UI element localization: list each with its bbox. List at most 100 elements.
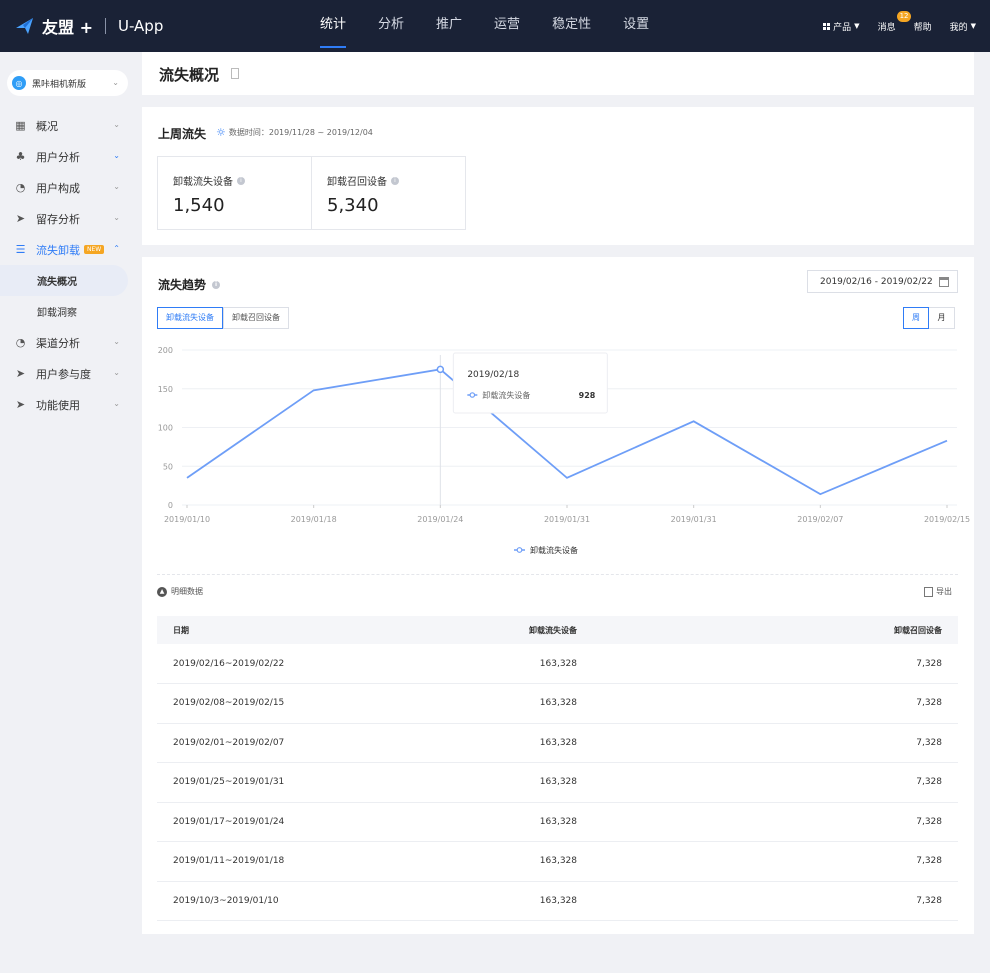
list-icon: ☰ [15, 243, 26, 256]
sidebar-item-label: 渠道分析 [36, 336, 80, 350]
tooltip-legend-marker [469, 392, 476, 398]
table-cell: 163,328 [397, 841, 577, 882]
x-tick-label: 2019/01/31 [544, 515, 590, 524]
table-cell: 2019/01/17~2019/01/24 [157, 802, 397, 842]
table-cell: 7,328 [577, 841, 958, 882]
page-header: 流失概况 [142, 52, 974, 95]
export-label: 导出 [936, 587, 952, 596]
table-row: 2019/01/11~2019/01/18 163,328 7,328 [157, 841, 958, 882]
data-point-highlight [436, 365, 445, 374]
app-icon: ◎ [12, 76, 26, 90]
sidebar-item-user-analysis[interactable]: ♣ 用户分析 ⌄ [0, 141, 135, 172]
table-cell: 163,328 [397, 644, 577, 684]
help-link[interactable]: 帮助 [914, 20, 932, 33]
period-month[interactable]: 月 [929, 307, 955, 329]
product-menu[interactable]: 产品 ▼ [823, 20, 860, 33]
app-selector[interactable]: ◎ 黑咔相机新版 ⌄ [7, 70, 128, 96]
nav-tab-settings[interactable]: 设置 [608, 0, 664, 52]
doc-icon[interactable] [231, 68, 239, 79]
date-range-picker[interactable]: 2019/02/16 - 2019/02/22 [807, 270, 958, 293]
table-row: 2019/02/01~2019/02/07 163,328 7,328 [157, 723, 958, 763]
info-icon[interactable]: i [391, 176, 399, 185]
table-cell: 163,328 [397, 683, 577, 724]
stat-label: 卸载流失设备 i [173, 173, 245, 188]
sidebar-item-feature-usage[interactable]: ➤ 功能使用 ⌄ [0, 389, 135, 420]
table-row: 2019/01/25~2019/01/31 163,328 7,328 [157, 762, 958, 803]
tooltip-box [452, 352, 608, 414]
sidebar-subitem-uninstall-insight[interactable]: 卸载洞察 [0, 296, 135, 327]
period-week[interactable]: 周 [903, 307, 929, 329]
logo-divider [104, 18, 106, 34]
trend-title: 流失趋势 i [158, 276, 221, 293]
table-cell: 2019/02/01~2019/02/07 [157, 723, 397, 763]
period-toggle: 周 月 [903, 307, 955, 329]
nav-tab-stats[interactable]: 统计 [305, 0, 361, 52]
sidebar-item-label: 概况 [36, 119, 58, 133]
nav-tab-promotion[interactable]: 推广 [421, 0, 477, 52]
data-time-text: 数据时间：2019/11/28 ~ 2019/12/04 [228, 128, 373, 137]
y-tick-label: 150 [158, 385, 173, 394]
column-header[interactable]: 卸载召回设备 [577, 616, 958, 644]
table-cell: 163,328 [397, 881, 577, 921]
messages-label: 消息 [877, 22, 896, 33]
x-tick-label: 2019/02/07 [797, 515, 843, 524]
sidebar-item-label: 用户分析 [36, 150, 80, 164]
account-menu[interactable]: 我的 ▼ [950, 20, 976, 33]
stat-label: 卸载召回设备 i [327, 173, 399, 188]
send-icon: ➤ [15, 367, 26, 380]
sidebar-item-retention[interactable]: ➤ 留存分析 ⌄ [0, 203, 135, 234]
chevron-down-icon: ⌄ [113, 213, 120, 222]
table-row: 2019/10/3~2019/01/10 163,328 7,328 [157, 881, 958, 921]
table-row: 2019/02/16~2019/02/22 163,328 7,328 [157, 644, 958, 684]
sidebar-item-overview[interactable]: ▦ 概况 ⌄ [0, 110, 135, 141]
sidebar-item-churn[interactable]: ☰ 流失卸载 NEW ⌃ [0, 234, 135, 265]
chevron-up-icon: ⌃ [113, 244, 120, 253]
legend-label: 卸载流失设备 [530, 545, 578, 555]
detail-toggle-label: 明细数据 [171, 587, 203, 596]
column-header[interactable]: 日期 [157, 616, 397, 644]
info-icon[interactable]: i [212, 280, 221, 289]
detail-toggle[interactable]: ▲ 明细数据 [157, 586, 203, 597]
section-divider [157, 574, 958, 575]
column-header[interactable]: 卸载流失设备 [397, 616, 577, 644]
x-tick-label: 2019/02/15 [924, 515, 970, 524]
send-icon: ➤ [15, 398, 26, 411]
stat-uninstall-loss: 卸载流失设备 i 1,540 [157, 156, 312, 230]
sidebar-item-label: 留存分析 [36, 212, 80, 226]
page-title: 流失概况 [159, 66, 220, 84]
app-selector-label: 黑咔相机新版 [32, 79, 87, 90]
stat-value: 5,340 [327, 195, 379, 216]
logo[interactable]: 友盟 + U-App [14, 14, 163, 38]
y-tick-label: 100 [158, 424, 173, 433]
tab-uninstall-loss[interactable]: 卸载流失设备 [157, 307, 223, 329]
table-cell: 7,328 [577, 881, 958, 921]
table-header-row: 日期 卸载流失设备 卸载召回设备 [157, 616, 958, 644]
table-row: 2019/02/08~2019/02/15 163,328 7,328 [157, 683, 958, 724]
messages-link[interactable]: 消息 12 [877, 10, 912, 33]
nav-tab-analysis[interactable]: 分析 [363, 0, 419, 52]
date-range-text: 2019/02/16 - 2019/02/22 [820, 276, 933, 287]
table-cell: 2019/10/3~2019/01/10 [157, 881, 397, 921]
last-week-card: 上周流失 ☼ 数据时间：2019/11/28 ~ 2019/12/04 卸载流失… [142, 107, 974, 245]
table-cell: 7,328 [577, 802, 958, 842]
chevron-down-icon: ⌄ [113, 120, 120, 129]
grid-icon: ▦ [15, 119, 26, 132]
logo-bird-icon [16, 18, 33, 34]
y-tick-label: 200 [158, 346, 173, 355]
stat-label-text: 卸载召回设备 [327, 177, 387, 188]
table-cell: 7,328 [577, 762, 958, 803]
nav-tab-stability[interactable]: 稳定性 [537, 0, 606, 52]
chevron-down-icon: ⌄ [113, 337, 120, 346]
sidebar-item-engagement[interactable]: ➤ 用户参与度 ⌄ [0, 358, 135, 389]
detail-table: 日期 卸载流失设备 卸载召回设备 2019/02/16~2019/02/22 1… [157, 616, 958, 921]
table-cell: 2019/01/11~2019/01/18 [157, 841, 397, 882]
sidebar-item-channel[interactable]: ◔ 渠道分析 ⌄ [0, 327, 135, 358]
nav-tab-operations[interactable]: 运营 [479, 0, 535, 52]
sidebar-item-user-composition[interactable]: ◔ 用户构成 ⌄ [0, 172, 135, 203]
send-icon: ➤ [15, 212, 26, 225]
sidebar-subitem-churn-overview[interactable]: 流失概况 [0, 265, 128, 296]
help-label: 帮助 [913, 22, 932, 33]
export-button[interactable]: 导出 [924, 586, 952, 597]
info-icon[interactable]: i [237, 176, 245, 185]
tab-uninstall-recall[interactable]: 卸载召回设备 [223, 307, 289, 329]
